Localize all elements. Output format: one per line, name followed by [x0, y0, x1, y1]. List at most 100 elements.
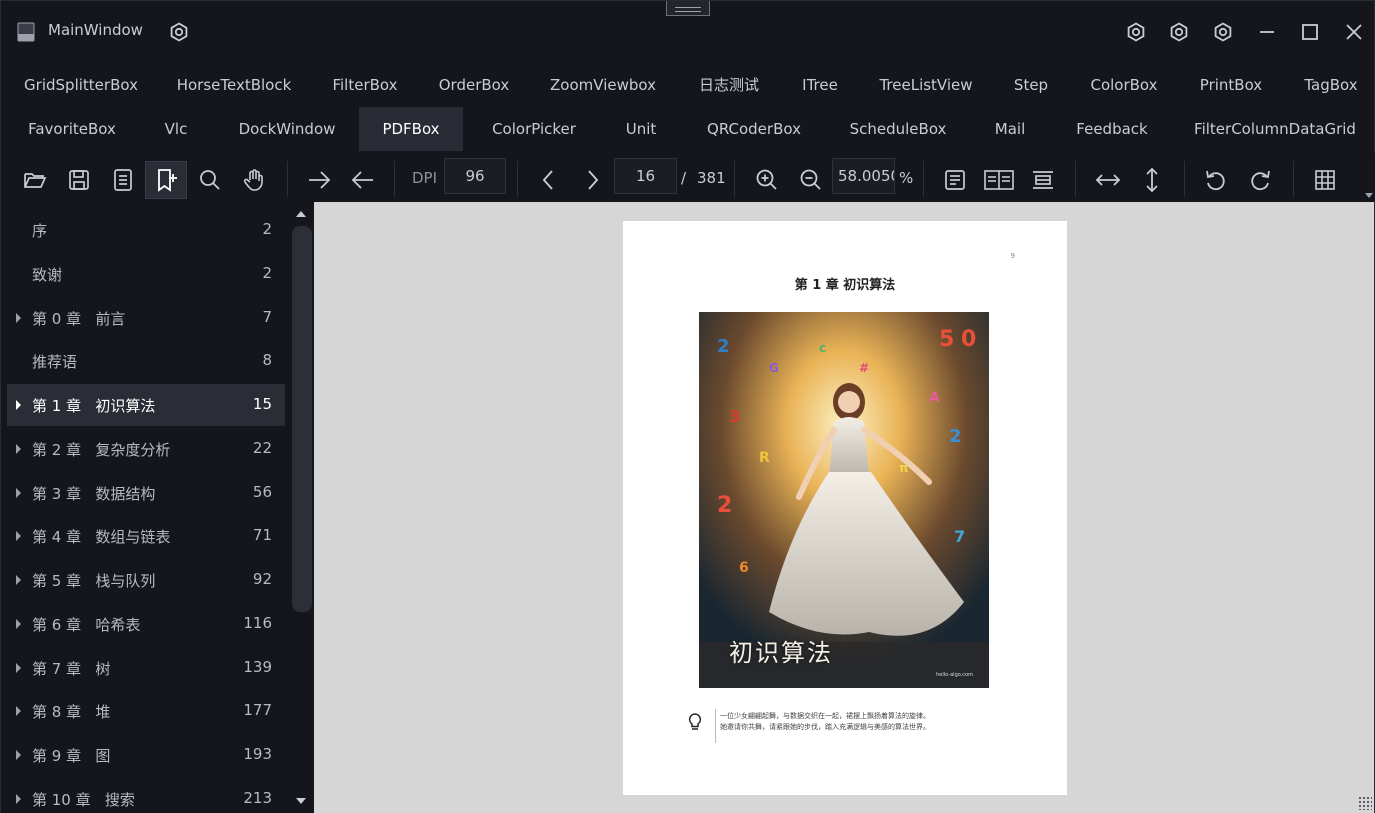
tab-log-test[interactable]: 日志测试 [685, 63, 773, 107]
maximize-icon[interactable] [1299, 21, 1321, 43]
single-page-view-icon[interactable] [934, 161, 976, 199]
toc-item[interactable]: 第 5 章 栈与队列 92 [7, 559, 285, 601]
tab-mail[interactable]: Mail [981, 107, 1039, 151]
zoom-input[interactable] [832, 158, 895, 194]
toc-item[interactable]: 第 9 章 图 193 [7, 734, 285, 776]
fit-height-icon[interactable] [1131, 161, 1173, 199]
search-icon[interactable] [189, 161, 231, 199]
thumbnail-grid-icon[interactable] [1304, 161, 1346, 199]
tab-qrcoderbox[interactable]: QRCoderBox [693, 107, 815, 151]
toc-sidebar: 序 2 致谢 2 第 0 章 前言 7 推荐语 8 第 1 章 初识算法 15 … [1, 202, 314, 813]
svg-text:R: R [759, 450, 770, 466]
tab-filterbox[interactable]: FilterBox [320, 63, 410, 107]
tab-filtercolumndatagrid[interactable]: FilterColumnDataGrid [1185, 107, 1365, 151]
tab-treelistview[interactable]: TreeListView [867, 63, 985, 107]
expand-arrow-icon[interactable] [16, 706, 21, 716]
expand-arrow-icon[interactable] [16, 400, 21, 410]
toc-item-selected[interactable]: 第 1 章 初识算法 15 [7, 384, 285, 426]
previous-page-icon[interactable] [528, 161, 570, 199]
toolbar-separator [734, 161, 735, 197]
minimize-icon[interactable] [1256, 21, 1278, 43]
scroll-up-arrow-icon[interactable] [296, 211, 306, 217]
toolbar-overflow-icon[interactable] [1365, 191, 1373, 199]
current-page-input[interactable] [614, 158, 677, 194]
tab-orderbox[interactable]: OrderBox [427, 63, 521, 107]
tab-horsetextblock[interactable]: HorseTextBlock [165, 63, 303, 107]
toc-item[interactable]: 推荐语 8 [7, 340, 285, 382]
toc-item[interactable]: 第 10 章 搜索 213 [7, 778, 285, 813]
tab-colorpicker[interactable]: ColorPicker [479, 107, 589, 151]
toc-item[interactable]: 第 8 章 堆 177 [7, 690, 285, 732]
open-folder-icon[interactable] [14, 161, 56, 199]
toc-item[interactable]: 第 4 章 数组与链表 71 [7, 515, 285, 557]
toc-item[interactable]: 序 2 [7, 209, 285, 251]
tab-printbox[interactable]: PrintBox [1189, 63, 1273, 107]
theme-gear-icon[interactable] [1125, 21, 1147, 43]
close-icon[interactable] [1343, 21, 1365, 43]
tab-step[interactable]: Step [1003, 63, 1059, 107]
expand-arrow-icon[interactable] [16, 531, 21, 541]
dpi-input[interactable] [444, 158, 506, 194]
tab-vlc[interactable]: Vlc [147, 107, 205, 151]
two-page-view-icon[interactable] [978, 161, 1020, 199]
zoom-in-icon[interactable] [746, 161, 788, 199]
toc-item[interactable]: 第 6 章 哈希表 116 [7, 603, 285, 645]
rotate-right-icon[interactable] [1239, 161, 1281, 199]
rotate-left-icon[interactable] [1195, 161, 1237, 199]
svg-text:5: 5 [939, 327, 954, 352]
svg-text:7: 7 [954, 527, 965, 546]
options-gear-icon[interactable] [1212, 21, 1234, 43]
total-pages: 381 [697, 169, 726, 187]
toc-item[interactable]: 第 3 章 数据结构 56 [7, 472, 285, 514]
toolbar-separator [1293, 161, 1294, 197]
expand-arrow-icon[interactable] [16, 750, 21, 760]
expand-arrow-icon[interactable] [16, 663, 21, 673]
tab-dockwindow[interactable]: DockWindow [223, 107, 351, 151]
drag-grip-handle[interactable] [666, 1, 710, 16]
expand-arrow-icon[interactable] [16, 619, 21, 629]
expand-arrow-icon[interactable] [16, 794, 21, 804]
tab-pdfbox[interactable]: PDFBox [359, 107, 463, 151]
tab-unit[interactable]: Unit [607, 107, 675, 151]
resize-grip[interactable] [1358, 796, 1372, 810]
expand-arrow-icon[interactable] [16, 313, 21, 323]
tab-gridsplitterbox[interactable]: GridSplitterBox [15, 63, 147, 107]
language-gear-icon[interactable] [1168, 21, 1190, 43]
zoom-out-icon[interactable] [790, 161, 832, 199]
hand-pan-icon[interactable] [233, 161, 275, 199]
tab-feedback[interactable]: Feedback [1057, 107, 1167, 151]
expand-arrow-icon[interactable] [16, 444, 21, 454]
bookmark-add-icon[interactable] [145, 161, 187, 199]
document-list-icon[interactable] [102, 161, 144, 199]
svg-text:6: 6 [739, 560, 749, 576]
scroll-thumb[interactable] [292, 226, 312, 612]
tab-zoomviewbox[interactable]: ZoomViewbox [539, 63, 667, 107]
quote-line: 一位少女翩翩起舞，与数据交织在一起，裙摆上飘扬着算法的旋律。 [720, 712, 930, 720]
continuous-scroll-icon[interactable] [1022, 161, 1064, 199]
toc-item-label: 第 0 章 前言 [32, 310, 126, 328]
scroll-down-arrow-icon[interactable] [296, 798, 306, 804]
toc-item[interactable]: 致谢 2 [7, 253, 285, 295]
tab-tagbox[interactable]: TagBox [1291, 63, 1371, 107]
toc-item-label: 第 8 章 堆 [32, 703, 111, 721]
toc-scrollbar[interactable] [290, 202, 314, 813]
toc-item[interactable]: 第 0 章 前言 7 [7, 297, 285, 339]
tab-colorbox[interactable]: ColorBox [1077, 63, 1171, 107]
arrow-left-icon[interactable] [342, 161, 384, 199]
next-page-icon[interactable] [571, 161, 613, 199]
pdf-toolbar: DPI / 381 % [1, 153, 1375, 201]
toc-item[interactable]: 第 7 章 树 139 [7, 647, 285, 689]
arrow-right-icon[interactable] [298, 161, 340, 199]
toc-item-label: 序 [32, 222, 48, 240]
tab-schedulebox[interactable]: ScheduleBox [833, 107, 963, 151]
tab-itree[interactable]: ITree [791, 63, 849, 107]
svg-text:G: G [769, 361, 779, 375]
tab-favoritebox[interactable]: FavoriteBox [15, 107, 129, 151]
expand-arrow-icon[interactable] [16, 575, 21, 585]
toc-item[interactable]: 第 2 章 复杂度分析 22 [7, 428, 285, 470]
pdf-viewer[interactable]: 9 第 1 章 初识算法 2 5 0 3 2 2 R A 7 6 c # π G… [314, 202, 1374, 813]
save-icon[interactable] [58, 161, 100, 199]
settings-gear-icon[interactable] [169, 22, 189, 42]
fit-width-icon[interactable] [1087, 161, 1129, 199]
expand-arrow-icon[interactable] [16, 488, 21, 498]
